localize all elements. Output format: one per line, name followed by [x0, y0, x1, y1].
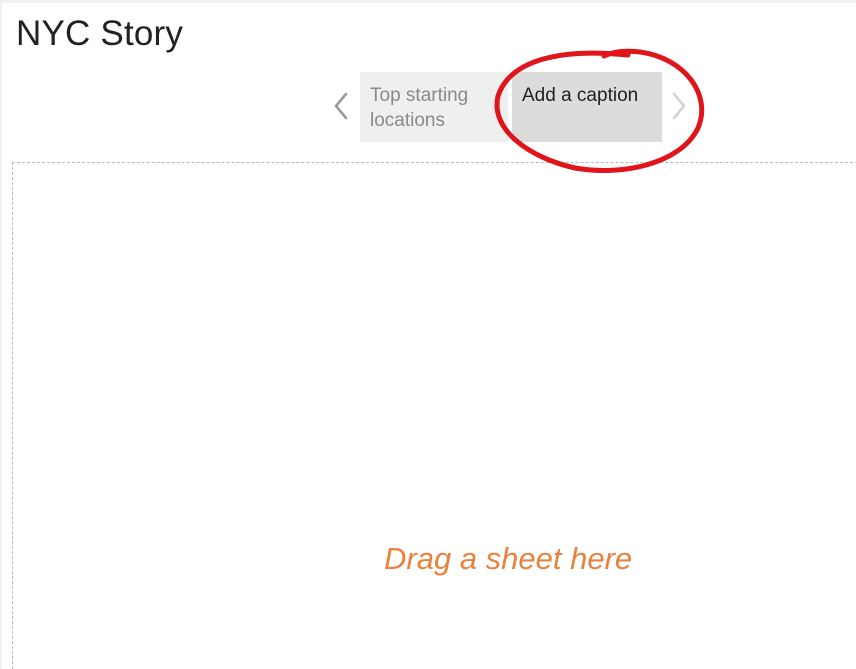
- chevron-left-icon[interactable]: [332, 91, 350, 121]
- sheet-drop-zone[interactable]: [12, 162, 856, 669]
- story-point-add-a-caption[interactable]: Add a caption: [512, 72, 662, 142]
- drop-hint-text: Drag a sheet here: [384, 541, 633, 576]
- story-dashboard: NYC Story Top starting locations Add a c…: [0, 0, 856, 669]
- story-point-top-starting-locations[interactable]: Top starting locations: [360, 72, 508, 142]
- story-point-label: Top starting locations: [370, 85, 469, 131]
- chevron-right-icon[interactable]: [670, 91, 688, 121]
- story-title[interactable]: NYC Story: [16, 14, 183, 54]
- left-divider: [0, 0, 2, 669]
- story-point-label: Add a caption: [522, 85, 639, 106]
- top-divider: [0, 0, 856, 3]
